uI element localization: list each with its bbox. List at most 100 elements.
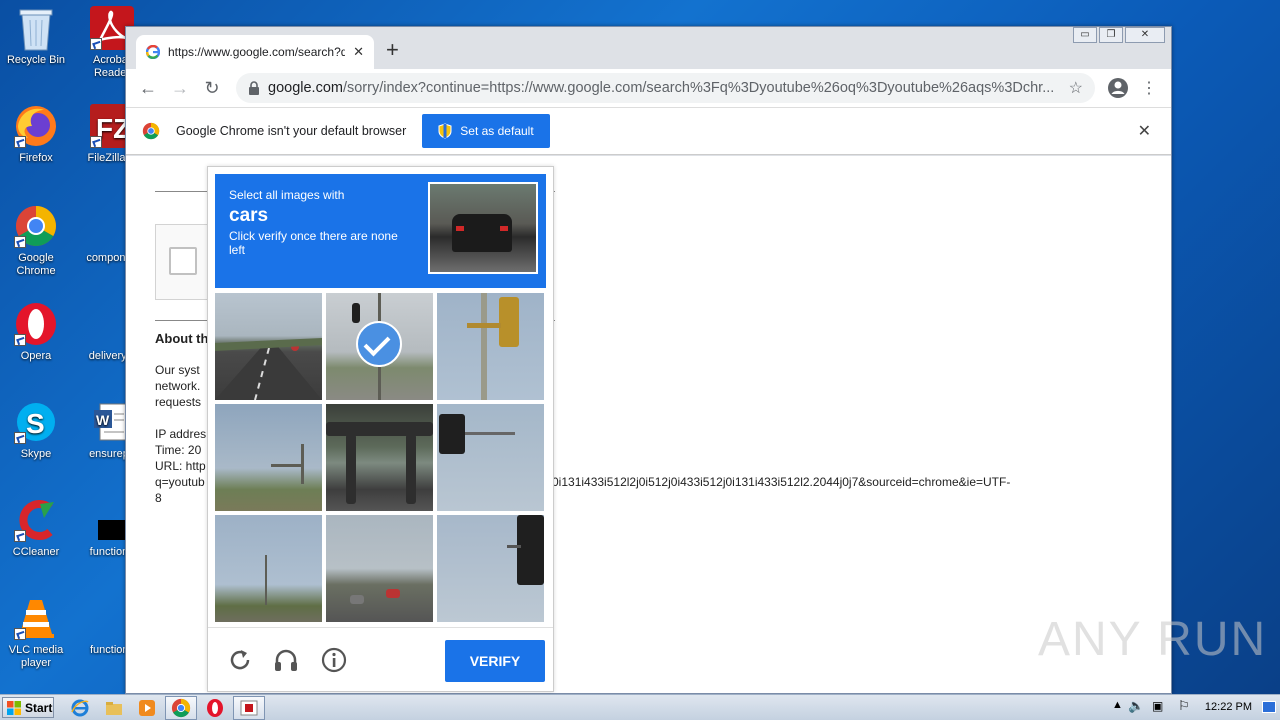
app-taskbar-button[interactable] <box>233 696 265 720</box>
ccleaner-icon <box>14 498 58 542</box>
shortcut-arrow-icon <box>14 432 26 444</box>
volume-icon[interactable]: 🔈 <box>1128 698 1144 714</box>
taskbar: Start ▲ 🔈 ▣ ⚐ 12:22 PM <box>0 694 1280 720</box>
desktop-icon-label: Opera <box>20 350 52 362</box>
shortcut-arrow-icon <box>14 136 26 148</box>
close-window-button[interactable]: ✕ <box>1125 27 1165 43</box>
lock-icon <box>249 81 259 95</box>
back-arrow-icon[interactable]: ← <box>136 78 160 99</box>
chrome-window: https://www.google.com/search?q= ✕ + ▭ ❐… <box>125 26 1172 694</box>
new-tab-button[interactable]: + <box>386 39 399 61</box>
recaptcha-anchor-box <box>155 224 215 300</box>
info-icon[interactable] <box>320 646 348 674</box>
page-content: About th Our syst network. requests IP a… <box>126 156 1171 693</box>
internet-explorer-icon[interactable] <box>70 698 90 718</box>
address-bar[interactable]: google.com/sorry/index?continue=https://… <box>236 73 1095 103</box>
skype-icon: S <box>14 400 58 444</box>
desktop-icon-chrome[interactable]: Google Chrome <box>0 204 72 278</box>
shortcut-arrow-icon <box>14 628 26 640</box>
image-tile[interactable] <box>215 515 322 622</box>
bookmark-star-icon[interactable]: ☆ <box>1069 78 1083 98</box>
opera-icon[interactable] <box>205 698 225 718</box>
challenge-instruction: Select all images with <box>229 188 345 202</box>
menu-kebab-icon[interactable]: ⋮ <box>1137 78 1161 98</box>
desktop-icon-label: Google Chrome <box>16 252 56 277</box>
url-line-2-start: q=youtub <box>155 475 205 489</box>
image-tile[interactable] <box>326 515 433 622</box>
desktop-icon-vlc[interactable]: VLC media player <box>0 596 72 670</box>
challenge-image-grid <box>215 293 546 622</box>
window-controls: ▭ ❐ ✕ <box>1073 27 1165 43</box>
profile-avatar-icon[interactable] <box>1107 77 1129 99</box>
recycle-bin-icon <box>14 6 58 51</box>
challenge-header: Select all images with cars Click verify… <box>215 174 546 288</box>
recaptcha-checkbox[interactable] <box>169 247 197 275</box>
explorer-folder-icon[interactable] <box>104 698 124 718</box>
chrome-icon <box>14 204 58 248</box>
tab-title: https://www.google.com/search?q= <box>168 45 346 59</box>
url-line: URL: http <box>155 459 206 473</box>
image-tile[interactable] <box>326 404 433 511</box>
media-player-icon[interactable] <box>137 698 157 718</box>
paragraph-line: network. <box>155 379 201 393</box>
image-tile[interactable] <box>215 293 322 400</box>
default-browser-infobar: Google Chrome isn't your default browser… <box>126 107 1171 155</box>
uac-shield-icon <box>438 123 452 139</box>
reload-challenge-icon[interactable] <box>226 646 254 674</box>
show-desktop-button[interactable] <box>1262 701 1276 713</box>
tab-strip: https://www.google.com/search?q= ✕ + ▭ ❐… <box>126 27 1171 69</box>
time-line: Time: 20 <box>155 443 202 457</box>
url-path: /sorry/index?continue=https://www.google… <box>342 80 1055 96</box>
set-as-default-label: Set as default <box>460 124 534 138</box>
desktop-icon-firefox[interactable]: Firefox <box>0 104 72 165</box>
shortcut-arrow-icon <box>90 38 102 50</box>
minimize-button[interactable]: ▭ <box>1073 27 1097 43</box>
image-tile[interactable] <box>437 293 544 400</box>
shortcut-arrow-icon <box>14 236 26 248</box>
challenge-target: cars <box>229 205 269 226</box>
image-tile[interactable] <box>326 293 433 400</box>
challenge-example-image <box>428 182 538 274</box>
network-icon[interactable]: ▣ <box>1152 699 1163 713</box>
browser-tab[interactable]: https://www.google.com/search?q= ✕ <box>136 35 374 69</box>
chrome-icon <box>142 122 160 140</box>
ip-address-line: IP addres <box>155 427 207 441</box>
url-line-2-end: 0i131i433i512l2j0i512j0i433i512j0i131i43… <box>552 475 1011 489</box>
start-button[interactable]: Start <box>2 697 54 718</box>
desktop-icon-skype[interactable]: S Skype <box>0 400 72 461</box>
verify-button[interactable]: VERIFY <box>445 640 545 682</box>
chrome-taskbar-button[interactable] <box>165 696 197 720</box>
desktop-icon-ccleaner[interactable]: CCleaner <box>0 498 72 559</box>
shortcut-arrow-icon <box>14 530 26 542</box>
restore-button[interactable]: ❐ <box>1099 27 1123 43</box>
image-tile[interactable] <box>215 404 322 511</box>
shortcut-arrow-icon <box>14 334 26 346</box>
image-tile[interactable] <box>437 515 544 622</box>
desktop-icon-label: Recycle Bin <box>6 54 66 66</box>
start-label: Start <box>25 700 53 715</box>
action-center-flag-icon[interactable]: ⚐ <box>1178 698 1190 714</box>
anyrun-watermark: ANY RUN <box>1038 613 1268 666</box>
set-as-default-button[interactable]: Set as default <box>422 114 550 148</box>
infobar-close-icon[interactable]: ✕ <box>1138 121 1151 141</box>
show-hidden-icons-arrow[interactable]: ▲ <box>1112 699 1123 711</box>
url-line-3: 8 <box>155 491 162 505</box>
svg-text:W: W <box>96 412 110 428</box>
forward-arrow-icon[interactable]: → <box>168 78 192 99</box>
desktop-icon-label: Firefox <box>19 152 53 164</box>
tab-close-icon[interactable]: ✕ <box>353 44 364 60</box>
car-shape <box>452 214 512 252</box>
audio-challenge-headphones-icon[interactable] <box>272 646 300 674</box>
image-tile[interactable] <box>437 404 544 511</box>
shortcut-arrow-icon <box>90 136 102 148</box>
reload-icon[interactable]: ↻ <box>200 78 224 99</box>
google-g-icon <box>146 45 160 59</box>
paragraph-line: Our syst <box>155 363 200 377</box>
browser-toolbar: ← → ↻ google.com/sorry/index?continue=ht… <box>126 69 1171 107</box>
desktop-icon-recycle-bin[interactable]: Recycle Bin <box>0 6 72 67</box>
desktop-icon-label: CCleaner <box>12 546 60 558</box>
url-text: google.com/sorry/index?continue=https://… <box>268 80 1061 96</box>
challenge-footer: VERIFY <box>208 627 553 691</box>
desktop-icon-opera[interactable]: Opera <box>0 302 72 363</box>
selected-check-icon <box>356 321 402 367</box>
